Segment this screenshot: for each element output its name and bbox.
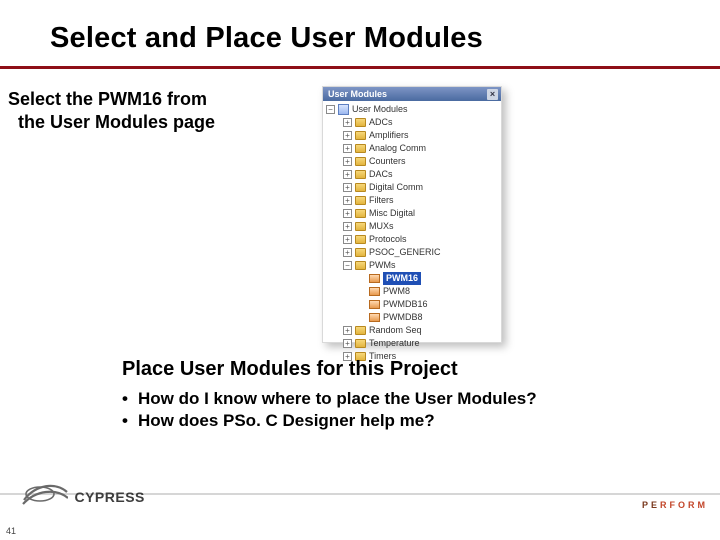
- tree-folder-label: Counters: [369, 155, 406, 168]
- bullet-item: • How do I know where to place the User …: [122, 388, 602, 410]
- folder-icon: [355, 248, 366, 257]
- title-divider: [0, 66, 720, 69]
- bullet-dot-icon: •: [122, 388, 138, 410]
- tree-folder-label: MUXs: [369, 220, 394, 233]
- bullet-list: • How do I know where to place the User …: [122, 388, 602, 433]
- tree-folder-label: Digital Comm: [369, 181, 423, 194]
- tree-folder-label: PWMs: [369, 259, 396, 272]
- folder-icon: [355, 222, 366, 231]
- tree-item[interactable]: PWMDB8: [326, 311, 499, 324]
- tree-folder[interactable]: + Counters: [326, 155, 499, 168]
- root-icon: [338, 104, 349, 115]
- instruction-line-2: the User Modules page: [18, 112, 215, 132]
- collapse-icon[interactable]: −: [343, 261, 352, 270]
- expand-icon[interactable]: +: [343, 144, 352, 153]
- expand-icon[interactable]: +: [343, 248, 352, 257]
- expand-icon[interactable]: +: [343, 157, 352, 166]
- panel-titlebar: User Modules ×: [323, 87, 501, 101]
- module-icon: [369, 313, 380, 322]
- tree-folder[interactable]: + DACs: [326, 168, 499, 181]
- expand-icon[interactable]: +: [343, 326, 352, 335]
- expand-icon[interactable]: +: [343, 196, 352, 205]
- page-number: 41: [6, 526, 16, 536]
- tree-folder[interactable]: + PSOC_GENERIC: [326, 246, 499, 259]
- collapse-icon[interactable]: −: [326, 105, 335, 114]
- expand-icon[interactable]: +: [343, 222, 352, 231]
- cypress-logo: CYPRESS: [22, 478, 162, 514]
- tree-folder[interactable]: + Digital Comm: [326, 181, 499, 194]
- module-icon: [369, 300, 380, 309]
- tree-root-label: User Modules: [352, 103, 408, 116]
- tree-folder-label: Misc Digital: [369, 207, 415, 220]
- folder-icon: [355, 326, 366, 335]
- folder-icon: [355, 339, 366, 348]
- user-modules-panel: User Modules × − User Modules + ADCs + Amp…: [322, 86, 502, 343]
- folder-icon: [355, 183, 366, 192]
- tree-folder-open[interactable]: − PWMs: [326, 259, 499, 272]
- tree-view: − User Modules + ADCs + Amplifiers + Analog…: [323, 101, 501, 365]
- tree-folder-label: PSOC_GENERIC: [369, 246, 441, 259]
- cypress-swoosh-icon: [22, 478, 68, 508]
- bullet-dot-icon: •: [122, 410, 138, 432]
- folder-icon: [355, 170, 366, 179]
- tree-folder-label: Amplifiers: [369, 129, 409, 142]
- folder-icon: [355, 144, 366, 153]
- expand-icon[interactable]: +: [343, 183, 352, 192]
- tree-folder-label: ADCs: [369, 116, 393, 129]
- tree-folder-label: Analog Comm: [369, 142, 426, 155]
- module-icon: [369, 287, 380, 296]
- tree-folder[interactable]: + Temperature: [326, 337, 499, 350]
- expand-icon[interactable]: +: [343, 339, 352, 348]
- expand-icon[interactable]: +: [343, 131, 352, 140]
- slide-title: Select and Place User Modules: [50, 22, 483, 55]
- tree-folder[interactable]: + Amplifiers: [326, 129, 499, 142]
- tree-folder-label: Filters: [369, 194, 394, 207]
- tree-folder-label: Temperature: [369, 337, 420, 350]
- bullet-item: • How does PSo. C Designer help me?: [122, 410, 602, 432]
- expand-icon[interactable]: +: [343, 235, 352, 244]
- bullet-text: How does PSo. C Designer help me?: [138, 410, 435, 432]
- tree-folder-label: Protocols: [369, 233, 407, 246]
- tree-item-label: PWMDB16: [383, 298, 428, 311]
- folder-icon: [355, 261, 366, 270]
- tree-folder[interactable]: + Random Seq: [326, 324, 499, 337]
- folder-icon: [355, 196, 366, 205]
- tree-folder[interactable]: + Misc Digital: [326, 207, 499, 220]
- tree-folder[interactable]: + Protocols: [326, 233, 499, 246]
- tree-folder[interactable]: + ADCs: [326, 116, 499, 129]
- cypress-logo-text: CYPRESS: [74, 489, 144, 505]
- tree-folder[interactable]: + MUXs: [326, 220, 499, 233]
- tree-item-label: PWM16: [383, 272, 421, 285]
- tree-folder-label: DACs: [369, 168, 393, 181]
- module-icon: [369, 274, 380, 283]
- expand-icon[interactable]: +: [343, 170, 352, 179]
- folder-icon: [355, 118, 366, 127]
- tree-item-label: PWM8: [383, 285, 410, 298]
- bullet-text: How do I know where to place the User Mo…: [138, 388, 537, 410]
- perform-tagline: PERFORM: [642, 500, 708, 510]
- section-heading: Place User Modules for this Project: [122, 358, 458, 381]
- panel-title: User Modules: [328, 89, 387, 99]
- instruction-line-1: Select the PWM16 from: [8, 89, 207, 109]
- tree-item-selected[interactable]: PWM16: [326, 272, 499, 285]
- instruction-text: Select the PWM16 from the User Modules p…: [8, 88, 278, 133]
- folder-icon: [355, 209, 366, 218]
- expand-icon[interactable]: +: [343, 118, 352, 127]
- tree-folder-label: Random Seq: [369, 324, 422, 337]
- tree-item[interactable]: PWM8: [326, 285, 499, 298]
- tree-folder[interactable]: + Analog Comm: [326, 142, 499, 155]
- tree-item[interactable]: PWMDB16: [326, 298, 499, 311]
- tree-item-label: PWMDB8: [383, 311, 423, 324]
- close-icon[interactable]: ×: [487, 89, 498, 100]
- folder-icon: [355, 157, 366, 166]
- tree-folder[interactable]: + Filters: [326, 194, 499, 207]
- folder-icon: [355, 131, 366, 140]
- tree-root[interactable]: − User Modules: [326, 103, 499, 116]
- folder-icon: [355, 235, 366, 244]
- expand-icon[interactable]: +: [343, 209, 352, 218]
